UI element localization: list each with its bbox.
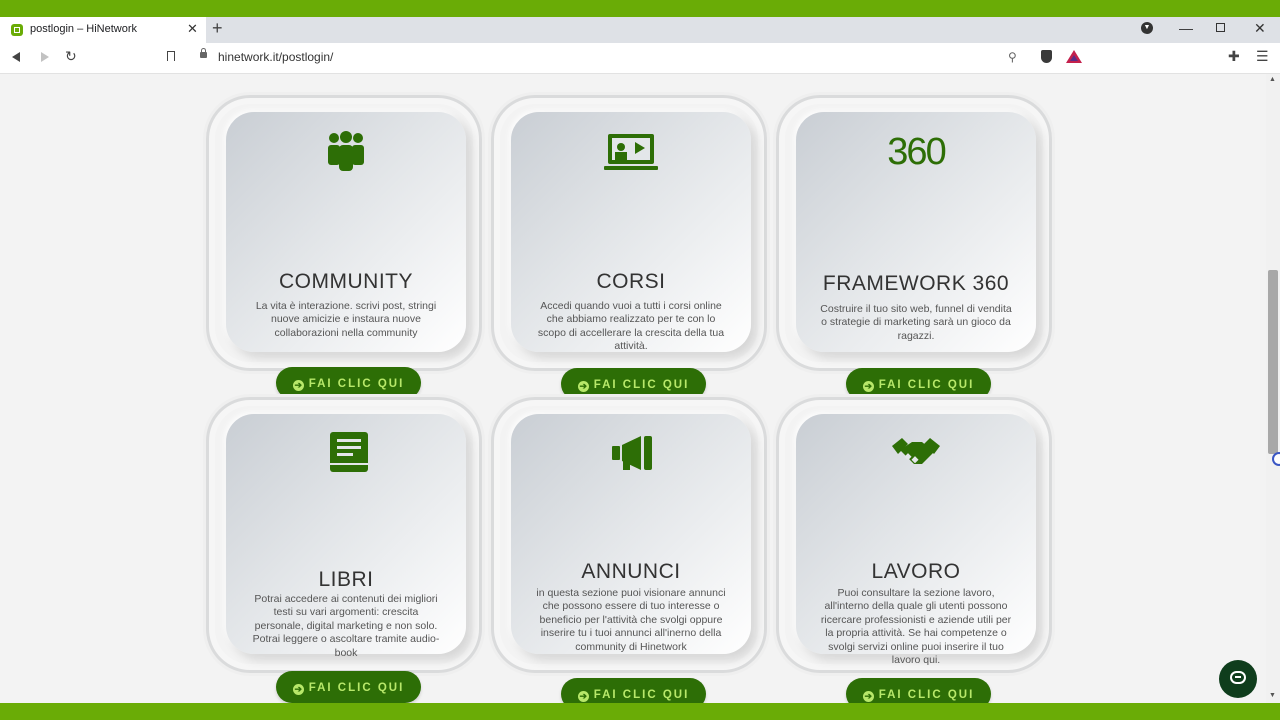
button-label: FAI CLIC QUI <box>878 379 975 391</box>
button-label: FAI CLIC QUI <box>593 379 690 391</box>
vertical-scrollbar[interactable]: ▲ ▼ <box>1266 74 1280 703</box>
page-content: COMMUNITY La vita è interazione. scrivi … <box>0 74 1266 710</box>
card-framework-360: 360 FRAMEWORK 360 Costruire il tuo sito … <box>796 112 1036 400</box>
card-description: La vita è interazione. scrivi post, stri… <box>255 300 437 339</box>
arrow-right-icon: ➔ <box>577 691 589 702</box>
zoom-icon[interactable]: ⚲ <box>1008 50 1017 64</box>
libri-button[interactable]: ➔ FAI CLIC QUI <box>276 671 421 703</box>
scroll-down-icon[interactable]: ▼ <box>1269 692 1276 699</box>
minimize-icon[interactable]: — <box>1179 20 1193 36</box>
book-icon <box>226 430 466 478</box>
button-label: FAI CLIC QUI <box>308 378 405 390</box>
card-title: COMMUNITY <box>279 270 413 293</box>
bottom-accent-bar <box>0 703 1280 720</box>
card-title: LAVORO <box>871 560 961 583</box>
close-window-icon[interactable]: ✕ <box>1254 20 1266 37</box>
site-favicon-icon <box>11 24 23 36</box>
back-icon[interactable] <box>12 52 20 62</box>
card-annunci: ANNUNCI in questa sezione puoi visionare… <box>511 414 751 710</box>
card-title: FRAMEWORK 360 <box>822 272 1010 295</box>
megaphone-icon <box>511 432 751 480</box>
scroll-up-icon[interactable]: ▲ <box>1269 76 1276 83</box>
card-libri: LIBRI Potrai accedere ai contenuti dei m… <box>226 414 466 703</box>
arrow-right-icon: ➔ <box>862 691 874 702</box>
card-title: CORSI <box>596 270 666 293</box>
reload-icon[interactable]: ↻ <box>65 48 77 65</box>
chat-button[interactable] <box>1219 660 1257 698</box>
top-accent-bar <box>0 0 1280 17</box>
courses-icon <box>511 130 751 178</box>
new-tab-icon[interactable]: + <box>212 18 223 39</box>
arrow-right-icon: ➔ <box>577 381 589 392</box>
button-label: FAI CLIC QUI <box>593 689 690 701</box>
edge-handle-icon[interactable] <box>1272 452 1280 466</box>
corsi-button[interactable]: ➔ FAI CLIC QUI <box>561 368 706 400</box>
tab-search-icon[interactable]: ▼ <box>1141 22 1153 34</box>
forward-icon[interactable] <box>41 52 49 62</box>
bookmark-icon[interactable] <box>167 51 175 61</box>
community-icon <box>226 130 466 178</box>
framework-360-icon: 360 <box>887 131 946 173</box>
browser-tab[interactable]: postlogin – HiNetwork ✕ <box>0 17 206 43</box>
arrow-right-icon: ➔ <box>292 684 304 695</box>
address-bar[interactable]: hinetwork.it/postlogin/ ⚲ <box>190 47 1088 69</box>
restore-icon[interactable] <box>1216 23 1225 32</box>
browser-toolbar: ↻ hinetwork.it/postlogin/ ⚲ ✚ ☰ <box>0 43 1280 74</box>
community-button[interactable]: ➔ FAI CLIC QUI <box>276 367 421 399</box>
tab-strip: postlogin – HiNetwork ✕ + ▼ — ✕ <box>0 17 1280 43</box>
extensions-icon[interactable]: ✚ <box>1228 48 1240 65</box>
card-community: COMMUNITY La vita è interazione. scrivi … <box>226 112 466 399</box>
handshake-icon <box>796 432 1036 480</box>
brave-shield-icon[interactable] <box>1041 50 1052 63</box>
framework-360-button[interactable]: ➔ FAI CLIC QUI <box>846 368 991 400</box>
card-title: ANNUNCI <box>581 560 681 583</box>
card-title: LIBRI <box>318 568 374 591</box>
url-text[interactable]: hinetwork.it/postlogin/ <box>218 50 333 64</box>
tab-title: postlogin – HiNetwork <box>30 23 137 35</box>
menu-icon[interactable]: ☰ <box>1256 48 1269 65</box>
card-lavoro: LAVORO Puoi consultare la sezione lavoro… <box>796 414 1036 710</box>
arrow-right-icon: ➔ <box>862 381 874 392</box>
card-description: Accedi quando vuoi a tutti i corsi onlin… <box>537 300 725 353</box>
scrollbar-thumb[interactable] <box>1268 270 1278 454</box>
chat-icon <box>1230 671 1246 684</box>
lock-icon <box>200 48 207 58</box>
card-description: Puoi consultare la sezione lavoro, all'i… <box>820 587 1012 667</box>
card-corsi: CORSI Accedi quando vuoi a tutti i corsi… <box>511 112 751 400</box>
card-description: Costruire il tuo sito web, funnel di ven… <box>820 303 1012 342</box>
card-description: in questa sezione puoi visionare annunci… <box>536 587 726 653</box>
card-description: Potrai accedere ai contenuti dei miglior… <box>252 593 440 659</box>
arrow-right-icon: ➔ <box>292 380 304 391</box>
close-tab-icon[interactable]: ✕ <box>187 21 198 37</box>
button-label: FAI CLIC QUI <box>878 689 975 701</box>
button-label: FAI CLIC QUI <box>308 682 405 694</box>
brave-rewards-icon[interactable] <box>1066 50 1082 63</box>
